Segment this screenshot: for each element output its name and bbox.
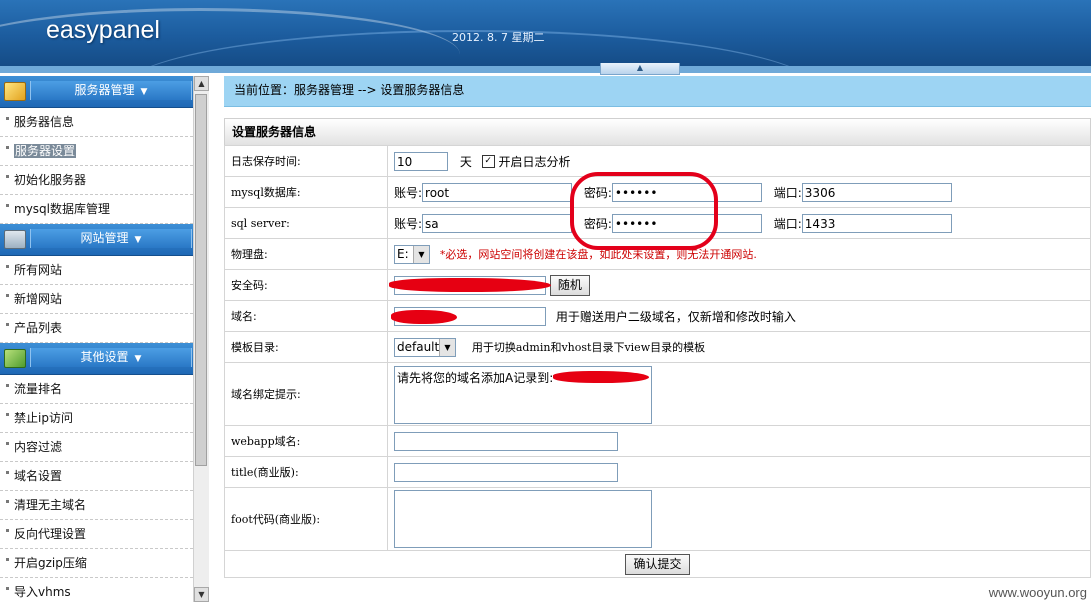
sidebar-section-sites[interactable]: 网站管理 ▼ <box>0 224 193 256</box>
monitor-icon <box>4 230 26 249</box>
domain-note: 用于赠送用户二级域名，仅新增和修改时输入 <box>555 309 796 324</box>
template-label: 模板目录: <box>224 331 388 363</box>
log-label: 日志保存时间: <box>224 145 388 177</box>
template-select[interactable]: default ▼ <box>394 337 456 357</box>
sidebar-item-all-sites[interactable]: 所有网站 <box>0 256 193 285</box>
chevron-up-icon: ▲ <box>636 63 644 72</box>
mysql-account-input[interactable]: root <box>422 182 573 202</box>
dropdown-arrow-icon: ▼ <box>439 338 455 356</box>
form-row-submit: 确认提交 <box>224 550 1091 578</box>
sidebar-item-domain-settings[interactable]: 域名设置 <box>0 462 193 491</box>
redaction-mark <box>553 371 649 383</box>
mysql-port-label: 端口: <box>773 185 802 200</box>
sidebar-item-block-ip[interactable]: 禁止ip访问 <box>0 404 193 433</box>
header-date: 2012. 8. 7 星期二 <box>452 31 545 44</box>
sqlserver-port-label: 端口: <box>773 216 802 231</box>
scroll-down-button[interactable]: ▼ <box>194 587 209 602</box>
random-button[interactable]: 随机 <box>549 274 590 296</box>
breadcrumb: 当前位置：服务器管理 --> 设置服务器信息 <box>224 76 1091 107</box>
disk-select[interactable]: E: ▼ <box>394 244 430 264</box>
sidebar-item-init-server[interactable]: 初始化服务器 <box>0 166 193 195</box>
mysql-label: mysql数据库: <box>224 176 388 208</box>
sidebar-scrollbar[interactable]: ▲ ▼ <box>193 76 209 602</box>
sqlserver-account-input[interactable]: sa <box>422 213 573 233</box>
template-note: 用于切换admin和vhost目录下view目录的模板 <box>471 341 706 354</box>
mysql-port-input[interactable]: 3306 <box>801 182 952 202</box>
form-row-title: title(商业版): <box>224 456 1091 488</box>
redaction-mark <box>391 309 457 324</box>
form-row-foot: foot代码(商业版): <box>224 487 1091 551</box>
triangle-down-icon: ▼ <box>198 590 205 599</box>
sidebar-item-mysql[interactable]: mysql数据库管理 <box>0 195 193 224</box>
domain-label: 域名: <box>224 300 388 332</box>
sidebar-section-label: 服务器管理 <box>74 83 135 97</box>
triangle-down-icon: ▼ <box>134 235 142 245</box>
foot-code-textarea[interactable] <box>394 490 652 548</box>
title-input[interactable] <box>394 462 618 482</box>
mysql-account-label: 账号: <box>394 185 423 200</box>
log-days-unit: 天 <box>459 154 472 169</box>
form-row-domain: 域名: 用于赠送用户二级域名，仅新增和修改时输入 <box>224 300 1091 332</box>
panel-title: 设置服务器信息 <box>224 118 1091 145</box>
sidebar-item-reverse-proxy[interactable]: 反向代理设置 <box>0 520 193 549</box>
watermark: www.wooyun.org <box>988 585 1087 600</box>
security-code-label: 安全码: <box>224 269 388 301</box>
tools-icon <box>4 349 26 368</box>
form-row-webapp: webapp域名: <box>224 425 1091 457</box>
title-label: title(商业版): <box>224 456 388 488</box>
sidebar-item-traffic-rank[interactable]: 流量排名 <box>0 375 193 404</box>
sidebar-section-label: 其他设置 <box>80 350 129 364</box>
header-bottom-bar <box>0 66 1091 73</box>
app-logo: easypanel <box>46 16 160 44</box>
foot-code-label: foot代码(商业版): <box>224 487 388 551</box>
sidebar-item-server-settings[interactable]: 服务器设置 <box>0 137 193 166</box>
sidebar-item-import-vhms[interactable]: 导入vhms <box>0 578 193 602</box>
form-row-security: 安全码: 随机 <box>224 269 1091 301</box>
scrollbar-thumb[interactable] <box>195 94 207 466</box>
triangle-up-icon: ▲ <box>198 79 205 88</box>
form-row-template: 模板目录: default ▼ 用于切换admin和vhost目录下view目录的… <box>224 331 1091 363</box>
sidebar-item-products[interactable]: 产品列表 <box>0 314 193 343</box>
main-content: 当前位置：服务器管理 --> 设置服务器信息 设置服务器信息 日志保存时间: 1… <box>224 76 1091 602</box>
sidebar-section-label: 网站管理 <box>80 231 129 245</box>
disk-label: 物理盘: <box>224 238 388 270</box>
bind-tip-textarea[interactable]: 请先将您的域名添加A记录到: <box>394 366 652 424</box>
webapp-domain-input[interactable] <box>394 431 618 451</box>
annotation-circle <box>570 172 718 250</box>
sidebar-section-other[interactable]: 其他设置 ▼ <box>0 343 193 375</box>
domain-input[interactable] <box>391 306 546 326</box>
sidebar-item-server-info[interactable]: 服务器信息 <box>0 108 193 137</box>
bind-tip-label: 域名绑定提示: <box>224 362 388 426</box>
redaction-mark <box>389 277 551 292</box>
sidebar-item-gzip[interactable]: 开启gzip压缩 <box>0 549 193 578</box>
collapse-header-button[interactable]: ▲ <box>600 63 680 75</box>
sidebar-section-server[interactable]: 服务器管理 ▼ <box>0 76 193 108</box>
log-days-input[interactable]: 10 <box>394 151 448 171</box>
folder-icon <box>4 82 26 101</box>
sqlserver-label: sql server: <box>224 207 388 239</box>
submit-button[interactable]: 确认提交 <box>625 553 690 575</box>
triangle-down-icon: ▼ <box>140 87 148 97</box>
sqlserver-port-input[interactable]: 1433 <box>801 213 952 233</box>
sidebar-item-clean-domains[interactable]: 清理无主域名 <box>0 491 193 520</box>
triangle-down-icon: ▼ <box>134 354 142 364</box>
sidebar-item-content-filter[interactable]: 内容过滤 <box>0 433 193 462</box>
app-header: easypanel 2012. 8. 7 星期二 <box>0 0 1091 66</box>
dropdown-arrow-icon: ▼ <box>413 245 429 263</box>
sidebar-item-add-site[interactable]: 新增网站 <box>0 285 193 314</box>
form-row-bind-tip: 域名绑定提示: 请先将您的域名添加A记录到: <box>224 362 1091 426</box>
log-analysis-checkbox[interactable]: ✓ <box>481 154 495 168</box>
scroll-up-button[interactable]: ▲ <box>194 76 209 91</box>
sqlserver-account-label: 账号: <box>394 216 423 231</box>
sidebar: 服务器管理 ▼ 服务器信息 服务器设置 初始化服务器 mysql数据库管理 网站管… <box>0 76 193 602</box>
checkmark-icon: ✓ <box>484 155 492 166</box>
security-code-input[interactable] <box>389 275 551 295</box>
log-analysis-label: 开启日志分析 <box>498 154 571 169</box>
webapp-label: webapp域名: <box>224 425 388 457</box>
